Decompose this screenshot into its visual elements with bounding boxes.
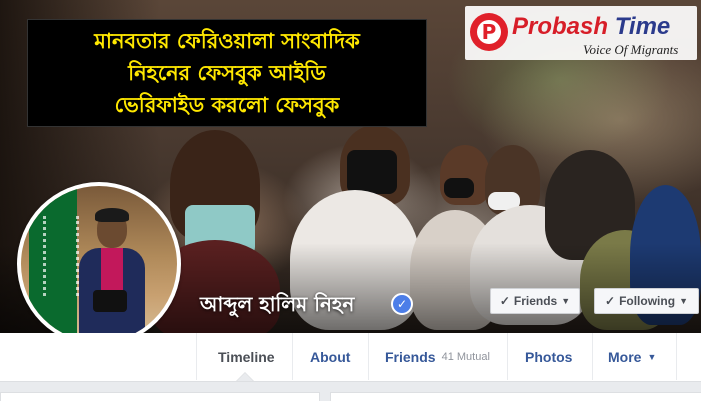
mutual-count: 41 Mutual [441, 350, 490, 363]
probash-time-logo: P Probash Time Voice Of Migrants [465, 6, 697, 60]
headline-line: নিহনের ফেসবুক আইডি [128, 61, 326, 85]
check-icon: ✓ [499, 294, 510, 308]
friends-button[interactable]: ✓ Friends ▼ [490, 288, 580, 314]
profile-name[interactable]: আব্দুল হালিম নিহন [200, 290, 354, 323]
verified-badge-icon: ✓ [391, 293, 413, 315]
logo-wordmark: Probash Time [512, 13, 671, 40]
headline-line: মানবতার ফেরিওয়ালা সাংবাদিক [94, 29, 360, 53]
chevron-down-icon: ▼ [679, 296, 688, 306]
check-icon: ✓ [605, 294, 616, 308]
avatar-photo [21, 186, 177, 342]
profile-picture[interactable] [17, 182, 181, 346]
following-button-label: Following [619, 294, 676, 308]
logo-tagline: Voice Of Migrants [583, 42, 679, 57]
face-mask [347, 150, 397, 194]
following-button[interactable]: ✓ Following ▼ [594, 288, 699, 314]
camera-icon [93, 290, 127, 312]
face-mask [444, 178, 474, 198]
headline-box: মানবতার ফেরিওয়ালা সাংবাদিক নিহনের ফেসবু… [27, 19, 427, 127]
friends-button-label: Friends [513, 294, 558, 308]
chevron-down-icon: ▼ [561, 296, 571, 306]
avatar-hair [95, 208, 129, 222]
tab-about[interactable]: About [310, 333, 350, 380]
tab-friends[interactable]: Friends 41 Mutual [385, 333, 490, 380]
tab-photos[interactable]: Photos [525, 333, 572, 380]
flag [29, 186, 79, 342]
headline-line: ভেরিফাইড করলো ফেসবুক [114, 93, 340, 117]
logo-icon: P [470, 13, 508, 51]
tab-more[interactable]: More ▼ [608, 333, 656, 380]
chevron-down-icon: ▼ [647, 351, 657, 362]
profile-nav: Timeline About Friends 41 Mutual Photos … [0, 333, 701, 382]
